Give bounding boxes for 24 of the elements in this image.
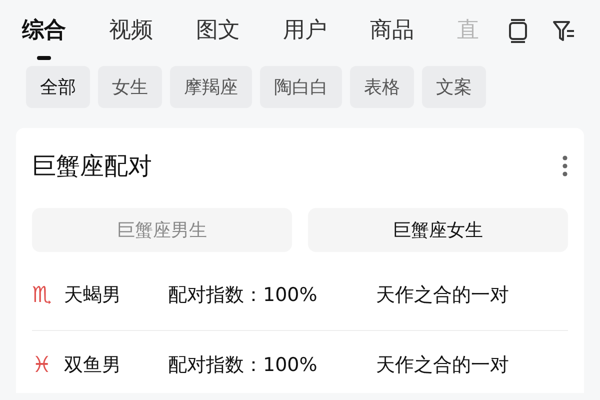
- filter-chip[interactable]: 女生: [98, 66, 162, 108]
- sign-name: 双鱼男: [64, 353, 122, 378]
- sign-name: 天蝎男: [64, 282, 122, 308]
- tablet-icon[interactable]: [508, 18, 528, 44]
- category-tab[interactable]: 商品: [370, 0, 414, 64]
- match-verdict: 天作之合的一对: [376, 353, 509, 378]
- filter-chip[interactable]: 文案: [422, 66, 486, 108]
- category-tab[interactable]: 图文: [196, 0, 240, 64]
- filter-chip[interactable]: 摩羯座: [170, 66, 252, 108]
- filter-icon[interactable]: [552, 19, 576, 43]
- filter-chip[interactable]: 陶白白: [260, 66, 342, 108]
- filter-chip[interactable]: 全部: [26, 66, 90, 108]
- zodiac-icon: ♏: [32, 278, 64, 312]
- match-score: 配对指数：100%: [168, 353, 318, 378]
- card-title: 巨蟹座配对: [32, 151, 152, 182]
- zodiac-icon: ♓: [32, 349, 64, 382]
- match-score: 配对指数：100%: [168, 282, 318, 308]
- category-tab[interactable]: 用户: [283, 0, 327, 64]
- category-tab[interactable]: 综合: [22, 0, 66, 64]
- filter-chip[interactable]: 表格: [350, 66, 414, 108]
- category-tab[interactable]: 视频: [109, 0, 153, 64]
- gender-tab[interactable]: 巨蟹座女生: [308, 208, 568, 252]
- match-verdict: 天作之合的一对: [376, 282, 509, 308]
- more-icon[interactable]: [562, 155, 568, 177]
